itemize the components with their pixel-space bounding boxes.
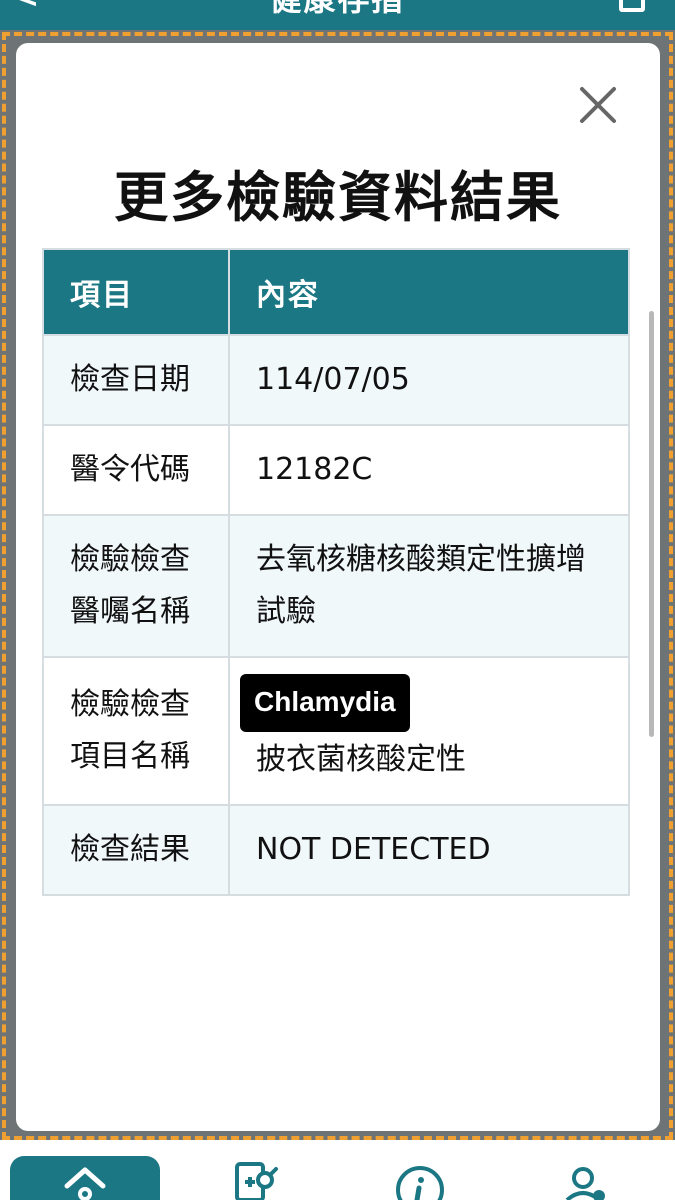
table-row: 檢驗檢查醫囑名稱 去氧核糖核酸類定性擴增試驗 [42,514,630,658]
row-label: 檢查結果 [42,804,230,896]
nav-home[interactable] [10,1156,160,1200]
lab-results-modal: 更多檢驗資料結果 項目 內容 檢查日期 114/07/05 醫令代碼 12182… [16,43,660,1131]
share-icon[interactable] [619,0,645,12]
modal-scrollbar[interactable] [649,311,654,737]
user-settings-icon [565,1167,605,1200]
home-icon [64,1167,106,1200]
info-icon [396,1166,444,1200]
header-item: 項目 [42,248,230,336]
header-content: 內容 [228,248,630,336]
row-value: 114/07/05 [228,334,630,426]
table-row: 檢驗檢查項目名稱 Chlamydia 披衣菌核酸定性 [42,656,630,806]
bottom-nav [0,1140,675,1200]
row-label: 檢查日期 [42,334,230,426]
row-value: Chlamydia 披衣菌核酸定性 [228,656,630,806]
row-value: NOT DETECTED [228,804,630,896]
table-row: 檢查日期 114/07/05 [42,334,630,426]
table-header-row: 項目 內容 [42,248,630,336]
table-row: 檢查結果 NOT DETECTED [42,804,630,896]
app-top-bar: < 健康存摺 [0,0,675,30]
row-value-text: 披衣菌核酸定性 [256,742,466,777]
table-row: 醫令代碼 12182C [42,424,630,516]
close-button[interactable] [576,83,620,127]
lab-results-table: 項目 內容 檢查日期 114/07/05 醫令代碼 12182C 檢驗檢查醫囑名… [42,248,630,896]
row-label: 醫令代碼 [42,424,230,516]
row-label: 檢驗檢查醫囑名稱 [42,514,230,658]
nav-info[interactable] [345,1140,495,1200]
nav-medical-search[interactable] [180,1140,330,1200]
medical-search-icon [235,1162,278,1200]
close-icon [580,87,616,123]
row-value: 12182C [228,424,630,516]
row-label: 檢驗檢查項目名稱 [42,656,230,806]
row-value: 去氧核糖核酸類定性擴增試驗 [228,514,630,658]
app-title: 健康存摺 [0,0,675,20]
tooltip-badge: Chlamydia [240,674,410,732]
nav-user-settings[interactable] [510,1140,660,1200]
modal-title: 更多檢驗資料結果 [114,166,562,229]
